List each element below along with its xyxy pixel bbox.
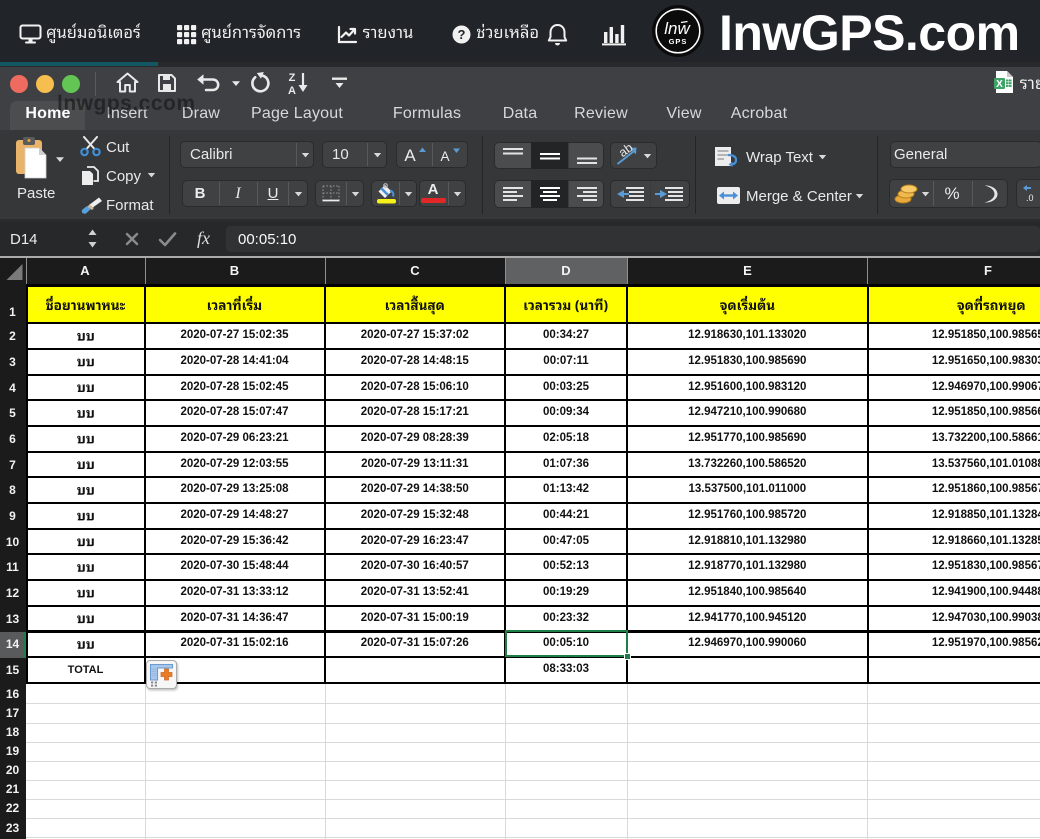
- svg-text:A: A: [404, 146, 416, 164]
- svg-text:?: ?: [458, 27, 466, 42]
- svg-text:GPS: GPS: [669, 37, 688, 46]
- svg-text:.0: .0: [1026, 193, 1034, 203]
- svg-text:A: A: [440, 149, 449, 164]
- svg-text:X: X: [996, 79, 1003, 90]
- svg-text:ab: ab: [616, 144, 636, 160]
- svg-text:Z: Z: [289, 72, 296, 84]
- svg-text:A: A: [288, 85, 296, 95]
